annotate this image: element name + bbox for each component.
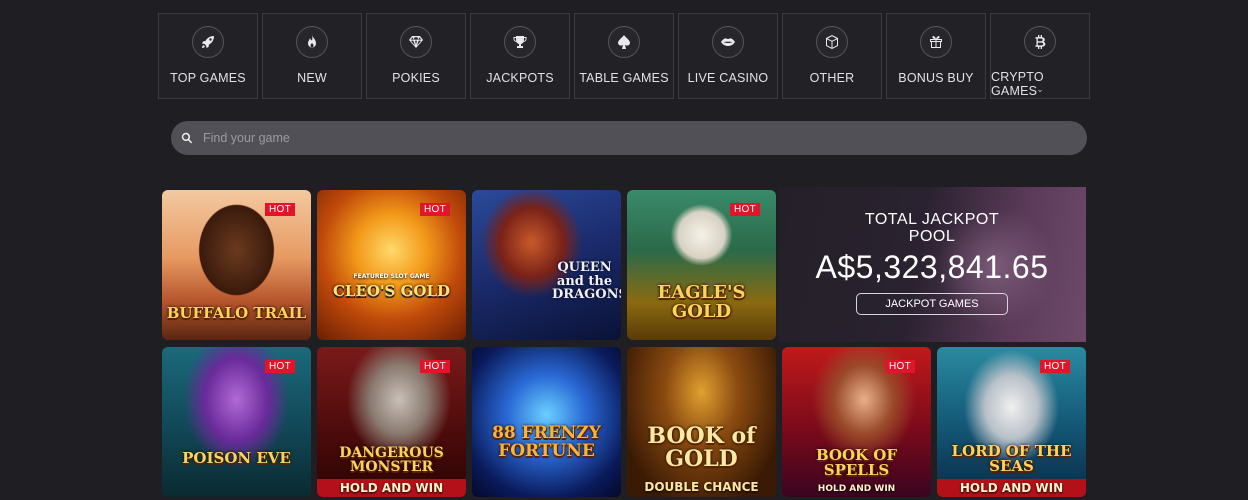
game-tile-queen-and-the-dragons[interactable]: QUEEN and the DRAGONS: [472, 190, 621, 340]
category-label: TOP GAMES: [170, 71, 246, 85]
game-subtitle: FEATURED SLOT GAME: [353, 273, 430, 280]
category-label: OTHER: [809, 71, 855, 85]
game-subtitle: HOLD AND WIN: [817, 484, 896, 494]
game-title: DANGEROUS MONSTER: [339, 444, 444, 476]
hot-badge: HOT: [419, 203, 450, 216]
game-tile-dangerous-monster[interactable]: HOT DANGEROUS MONSTER HOLD AND WIN: [317, 347, 466, 497]
hot-badge: HOT: [1039, 360, 1070, 373]
game-title: BUFFALO TRAIL: [166, 304, 307, 323]
category-bonus-buy[interactable]: BONUS BUY: [886, 13, 986, 99]
category-live-casino[interactable]: LIVE CASINO: [678, 13, 778, 99]
game-title: 88 FRENZY FORTUNE: [492, 423, 601, 462]
chevron-down-icon[interactable]: ⌄: [1036, 84, 1044, 95]
jackpot-amount: A$5,323,841.65: [815, 249, 1049, 285]
game-title: BOOK of GOLD: [647, 422, 756, 472]
search-input[interactable]: [203, 131, 1083, 145]
game-subtitle: HOLD AND WIN: [317, 479, 466, 497]
game-tile-eagles-gold[interactable]: HOT EAGLE'S GOLD: [627, 190, 776, 340]
game-tile-buffalo-trail[interactable]: HOT BUFFALO TRAIL: [162, 190, 311, 340]
hot-badge: HOT: [264, 203, 295, 216]
game-title: EAGLE'S GOLD: [657, 282, 746, 323]
category-label: BONUS BUY: [898, 71, 974, 85]
game-tile-cleos-gold[interactable]: HOT FEATURED SLOT GAME CLEO'S GOLD: [317, 190, 466, 340]
jackpot-title-line1: TOTAL JACKPOT: [864, 211, 1000, 228]
category-new[interactable]: NEW: [262, 13, 362, 99]
game-tile-88-frenzy-fortune[interactable]: 88 FRENZY FORTUNE: [472, 347, 621, 497]
game-tile-book-of-spells[interactable]: HOT BOOK OF SPELLS HOLD AND WIN: [782, 347, 931, 497]
category-label: JACKPOTS: [486, 71, 554, 85]
category-crypto-games[interactable]: CRYPTO GAMES ⌄: [990, 13, 1090, 99]
bitcoin-icon: [1024, 26, 1056, 57]
category-other[interactable]: OTHER: [782, 13, 882, 99]
jackpot-games-button[interactable]: JACKPOT GAMES: [856, 293, 1008, 315]
hot-badge: HOT: [729, 203, 760, 216]
category-nav: TOP GAMES NEW POKIES JACKPOTS TABLE GAME…: [158, 13, 1090, 99]
category-label: TABLE GAMES: [579, 71, 669, 85]
game-subtitle: HOLD AND WIN: [937, 479, 1086, 497]
game-title: QUEEN and the DRAGONS: [552, 260, 621, 303]
category-label: POKIES: [392, 71, 440, 85]
game-artwork: [472, 347, 621, 497]
game-title: CLEO'S GOLD: [332, 282, 451, 301]
game-subtitle: DOUBLE CHANCE: [644, 480, 759, 494]
game-tile-lord-of-the-seas[interactable]: HOT LORD OF THE SEAS HOLD AND WIN: [937, 347, 1086, 497]
trophy-icon: [504, 26, 536, 58]
hot-badge: HOT: [419, 360, 450, 373]
category-label: NEW: [297, 71, 327, 85]
game-title: LORD OF THE SEAS: [951, 441, 1072, 476]
hot-badge: HOT: [884, 360, 915, 373]
jackpot-title: TOTAL JACKPOT POOL: [778, 211, 1086, 245]
hot-badge: HOT: [264, 360, 295, 373]
game-title: POISON EVE: [182, 449, 291, 468]
jackpot-banner: TOTAL JACKPOT POOL A$5,323,841.65 JACKPO…: [778, 187, 1086, 342]
cube-icon: [816, 26, 848, 58]
flame-icon: [296, 26, 328, 58]
lips-icon: [712, 26, 744, 58]
gift-icon: [920, 26, 952, 58]
rocket-icon: [192, 26, 224, 58]
category-jackpots[interactable]: JACKPOTS: [470, 13, 570, 99]
category-top-games[interactable]: TOP GAMES: [158, 13, 258, 99]
diamond-icon: [400, 26, 432, 58]
jackpot-title-line2: POOL: [908, 228, 956, 245]
category-pokies[interactable]: POKIES: [366, 13, 466, 99]
game-tile-poison-eve[interactable]: HOT POISON EVE: [162, 347, 311, 497]
game-tile-book-of-gold[interactable]: BOOK of GOLD DOUBLE CHANCE: [627, 347, 776, 497]
category-table-games[interactable]: TABLE GAMES: [574, 13, 674, 99]
category-label: LIVE CASINO: [687, 71, 769, 85]
game-artwork: [627, 347, 776, 497]
game-title: BOOK OF SPELLS: [815, 445, 898, 480]
spade-icon: [608, 26, 640, 58]
search-bar: [171, 121, 1087, 155]
search-icon: [181, 132, 193, 144]
